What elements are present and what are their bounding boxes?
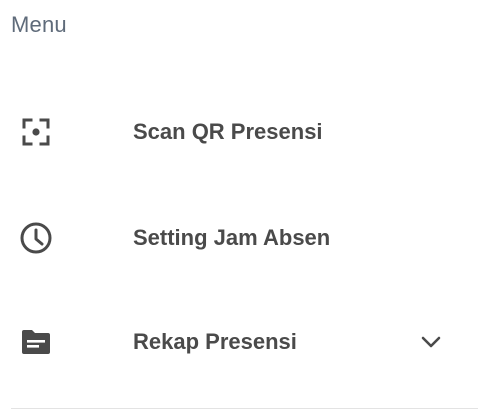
menu-item-scan-qr-presensi[interactable]: Scan QR Presensi — [0, 92, 488, 172]
folder-icon — [14, 320, 58, 364]
menu-header: Menu — [11, 12, 67, 37]
menu-item-rekap-presensi[interactable]: Rekap Presensi — [0, 302, 488, 382]
qr-scan-icon — [14, 110, 58, 154]
menu-divider — [11, 408, 478, 409]
menu-item-label: Scan QR Presensi — [133, 119, 323, 144]
clock-icon — [14, 216, 58, 260]
menu-item-label: Rekap Presensi — [133, 329, 297, 354]
menu-item-label: Setting Jam Absen — [133, 225, 331, 250]
chevron-down-icon[interactable] — [414, 325, 448, 359]
menu-item-setting-jam-absen[interactable]: Setting Jam Absen — [0, 198, 488, 278]
